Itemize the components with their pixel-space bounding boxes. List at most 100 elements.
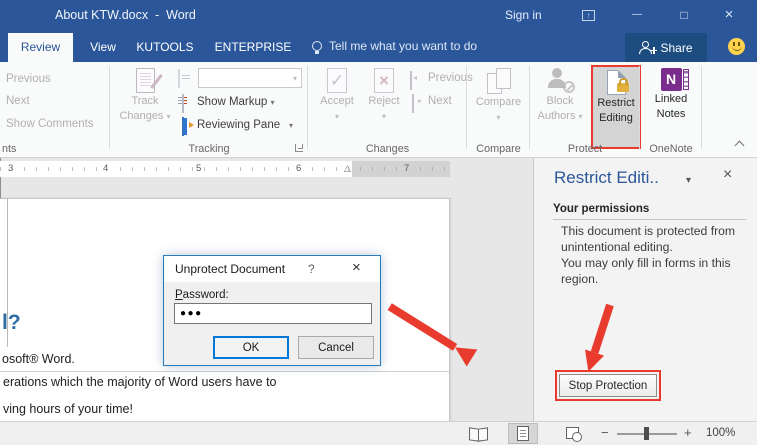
lightbulb-icon: [312, 41, 322, 54]
dialog-help-icon[interactable]: ?: [308, 262, 315, 276]
compare-button[interactable]: Compare ▾: [475, 68, 522, 124]
ribbon-display-options-button[interactable]: ↑: [572, 0, 606, 30]
share-button[interactable]: Share: [625, 33, 707, 62]
display-for-review-icon: [178, 69, 180, 88]
restrict-editing-button[interactable]: Restrict Editing: [595, 70, 637, 125]
changes-group-label: Changes: [365, 143, 410, 155]
next-change-button[interactable]: Next: [428, 95, 452, 107]
ribbon-group-changes: ✓ Accept ▾ × Reject ▾ Previous Next Chan…: [308, 62, 473, 157]
ribbon-display-options-icon: ↑: [582, 10, 595, 21]
onenote-icon: N: [660, 68, 689, 91]
compare-label: Compare: [475, 96, 522, 108]
track-changes-label-1: Track: [131, 95, 159, 107]
ruler-mark: 6: [294, 163, 304, 174]
close-icon: ×: [724, 6, 734, 23]
restrict-editing-label-2: Editing: [599, 112, 633, 124]
block-authors-icon: [547, 68, 575, 93]
restrict-editing-pane: Restrict Editi.. ▾ × Your permissions Th…: [533, 158, 757, 421]
track-changes-label-2: Changes: [119, 110, 164, 122]
ruler-mark: 5: [194, 163, 204, 174]
linked-notes-label-1: Linked: [654, 93, 688, 105]
word-window: About KTW.docx - Word Sign in ↑ — □ × Re…: [0, 0, 757, 445]
show-markup-button[interactable]: Show Markup ▾: [197, 96, 275, 108]
chevron-down-icon: ▾: [578, 112, 583, 121]
tracking-dialog-launcher[interactable]: [295, 144, 303, 152]
pane-menu-chevron-icon[interactable]: ▾: [686, 175, 691, 186]
restrict-editing-label-1: Restrict: [597, 97, 635, 109]
restrict-editing-highlight: Restrict Editing: [591, 65, 641, 149]
next-change-icon: [412, 94, 414, 113]
show-comments-button[interactable]: Show Comments: [6, 118, 94, 130]
status-bar: − + 100%: [0, 421, 757, 445]
print-layout-button[interactable]: [508, 423, 538, 444]
reject-label: Reject: [368, 95, 400, 107]
ruler-mark: 3: [6, 163, 16, 174]
document-text-line: osoft® Word.: [2, 352, 75, 366]
zoom-level[interactable]: 100%: [706, 427, 735, 439]
ribbon-group-onenote: N Linked Notes OneNote: [640, 62, 702, 157]
ribbon-group-comments: Previous Next Show Comments nts: [0, 62, 110, 157]
ribbon-group-tracking: Track Changes ▾ ▾ Show Markup ▾ Reviewing…: [110, 62, 308, 157]
dialog-title: Unprotect Document: [175, 262, 286, 276]
chevron-down-icon: ▾: [270, 98, 275, 107]
right-indent-marker[interactable]: △: [344, 163, 351, 174]
ok-button[interactable]: OK: [213, 336, 289, 359]
password-input[interactable]: ●●●: [174, 303, 372, 324]
print-layout-icon: [517, 426, 529, 441]
permissions-message: You may only fill in forms in this regio…: [561, 256, 731, 286]
linked-notes-button[interactable]: N Linked Notes: [647, 68, 695, 121]
document-heading: l?: [2, 311, 21, 334]
pane-close-icon[interactable]: ×: [723, 166, 732, 184]
zoom-slider-handle[interactable]: [644, 427, 649, 440]
display-for-review-combobox[interactable]: ▾: [198, 68, 302, 88]
track-changes-button[interactable]: Track Changes ▾: [118, 68, 172, 123]
cancel-button[interactable]: Cancel: [298, 336, 374, 359]
previous-comment-button[interactable]: Previous: [6, 73, 51, 85]
zoom-out-button[interactable]: −: [601, 425, 609, 440]
maximize-icon: □: [680, 8, 688, 22]
password-label: Password:: [175, 289, 229, 301]
tell-me-box[interactable]: Tell me what you want to do: [312, 30, 477, 62]
permissions-heading: Your permissions: [553, 203, 650, 215]
protect-group-label: Protect: [567, 143, 603, 155]
tab-view[interactable]: View: [78, 33, 128, 62]
accept-button[interactable]: ✓ Accept ▾: [314, 68, 360, 123]
zoom-in-button[interactable]: +: [684, 425, 692, 440]
tab-kutools[interactable]: KUTOOLS: [130, 33, 200, 62]
previous-change-icon: [410, 71, 412, 90]
share-label: Share: [660, 40, 693, 55]
restrict-editing-lock-icon: [606, 70, 629, 95]
reviewing-pane-button[interactable]: Reviewing Pane: [197, 119, 280, 131]
block-authors-button[interactable]: Block Authors ▾: [534, 68, 586, 123]
chevron-down-icon: ▾: [292, 73, 297, 83]
chevron-down-icon: ▾: [334, 112, 339, 121]
feedback-smiley-button[interactable]: [728, 38, 745, 55]
stop-protection-button[interactable]: Stop Protection: [559, 374, 657, 397]
chevron-down-icon: ▾: [381, 112, 386, 121]
comments-group-label: nts: [2, 143, 17, 155]
protection-message: This document is protected from unintent…: [561, 224, 736, 254]
web-layout-icon[interactable]: [566, 427, 582, 442]
sign-in-link[interactable]: Sign in: [505, 0, 542, 30]
chevron-down-icon[interactable]: ▾: [289, 121, 293, 130]
stop-protection-highlight: Stop Protection: [555, 370, 661, 401]
show-markup-icon: [182, 94, 184, 113]
tab-enterprise[interactable]: ENTERPRISE: [210, 33, 296, 62]
reject-button[interactable]: × Reject ▾: [362, 68, 406, 123]
read-mode-icon[interactable]: [469, 428, 488, 440]
linked-notes-label-2: Notes: [656, 108, 686, 120]
maximize-button[interactable]: □: [667, 0, 701, 30]
dialog-close-icon[interactable]: ×: [352, 259, 361, 276]
next-comment-button[interactable]: Next: [6, 95, 30, 107]
collapse-ribbon-button[interactable]: [734, 140, 745, 151]
chevron-down-icon: ▾: [496, 113, 501, 122]
track-changes-icon: [135, 68, 155, 93]
window-title: About KTW.docx - Word: [55, 8, 196, 22]
ribbon-group-protect: Block Authors ▾ Restrict Editing Protect: [530, 62, 641, 157]
dialog-title-bar: Unprotect Document ? ×: [164, 256, 380, 282]
unprotect-document-dialog: Unprotect Document ? × Password: ●●● OK …: [163, 255, 381, 366]
minimize-button[interactable]: —: [620, 0, 654, 30]
tab-review[interactable]: Review: [8, 33, 73, 62]
close-window-button[interactable]: ×: [712, 0, 746, 30]
title-bar: About KTW.docx - Word Sign in ↑ — □ ×: [0, 0, 757, 30]
